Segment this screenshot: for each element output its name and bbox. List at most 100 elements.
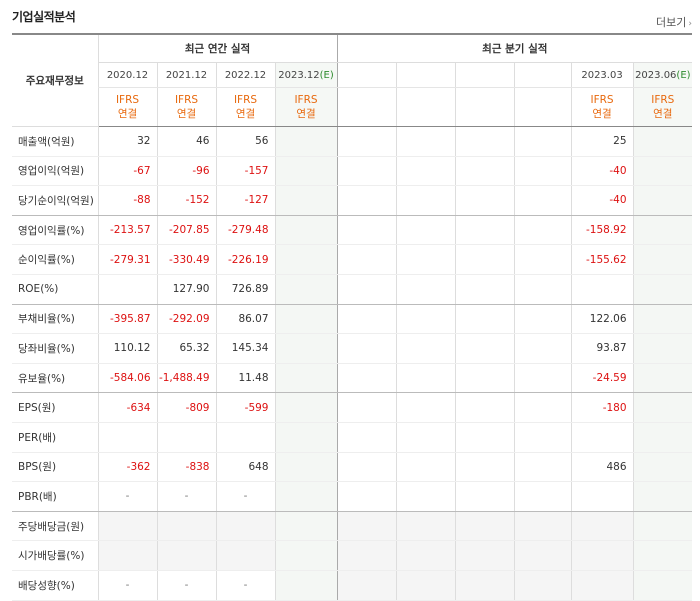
row-label: 배당성향(%): [12, 570, 98, 601]
quarter-blank-cell: [454, 422, 515, 453]
financial-summary-table: 주요재무정보 최근 연간 실적 최근 분기 실적 2020.12 2021.12 2…: [12, 33, 693, 601]
ifrs-label: IFRS 연결: [215, 87, 275, 127]
quarter-value: 122.06: [570, 304, 634, 335]
annual-value-2: -96: [156, 156, 216, 187]
quarter-blank-cell: [395, 540, 456, 571]
annual-estimate-value: [274, 481, 338, 512]
quarter-blank-cell: [336, 481, 397, 512]
annual-value-3: [215, 422, 275, 453]
annual-section-header: 최근 연간 실적: [97, 33, 338, 63]
quarter-blank-cell: [395, 363, 456, 394]
table-row: 주당배당금(원): [12, 511, 693, 542]
quarter-value: [570, 540, 634, 571]
annual-value-1: -: [97, 570, 157, 601]
quarter-blank-cell: [336, 156, 397, 187]
annual-estimate-value: [274, 540, 338, 571]
quarter-blank-cell: [513, 540, 572, 571]
annual-estimate-value: [274, 304, 338, 335]
quarter-value: 25: [570, 126, 634, 157]
annual-value-3: -279.48: [215, 215, 275, 246]
annual-value-3: 726.89: [215, 274, 275, 305]
more-link[interactable]: 더보기 ›: [656, 14, 692, 30]
quarter-value: 486: [570, 452, 634, 483]
quarter-blank-cell: [336, 333, 397, 364]
quarter-blank-cell: [336, 185, 397, 216]
table-row: 부채비율(%) -395.87 -292.09 86.07 122.06: [12, 304, 693, 335]
table-row: 당좌비율(%) 110.12 65.32 145.34 93.87: [12, 333, 693, 364]
annual-value-2: 127.90: [156, 274, 216, 305]
quarter-blank-cell: [395, 422, 456, 453]
table-row: 배당성향(%) - - -: [12, 570, 693, 601]
annual-value-1: [97, 540, 157, 571]
quarter-blank-cell: [454, 392, 515, 423]
quarter-estimate-value: [632, 274, 693, 305]
annual-value-1: -88: [97, 185, 157, 216]
quarter-blank-cell: [513, 215, 572, 246]
quarter-blank-cell: [395, 392, 456, 423]
annual-value-1: -362: [97, 452, 157, 483]
table-row: 영업이익(억원) -67 -96 -157 -40: [12, 156, 693, 187]
table-row: 시가배당률(%): [12, 540, 693, 571]
annual-value-2: 65.32: [156, 333, 216, 364]
quarter-estimate-value: [632, 333, 693, 364]
annual-value-1: -584.06: [97, 363, 157, 394]
annual-value-3: 11.48: [215, 363, 275, 394]
quarter-blank-cell: [513, 392, 572, 423]
quarter-blank-cell: [513, 304, 572, 335]
table-row: 순이익률(%) -279.31 -330.49 -226.19 -155.62: [12, 244, 693, 275]
quarter-blank-cell: [513, 126, 572, 157]
quarter-year-blank: [336, 62, 397, 88]
estimate-mark: (E): [676, 69, 691, 81]
quarter-estimate-value: [632, 156, 693, 187]
ifrs-blank: [513, 87, 572, 127]
row-header: 주요재무정보: [12, 33, 98, 127]
annual-value-3: -599: [215, 392, 275, 423]
quarter-year-blank: [395, 62, 456, 88]
ifrs-label: IFRS 연결: [97, 87, 157, 127]
quarter-year-blank: [454, 62, 515, 88]
quarter-blank-cell: [454, 452, 515, 483]
quarter-blank-cell: [454, 215, 515, 246]
quarter-value: -180: [570, 392, 634, 423]
quarter-blank-cell: [395, 156, 456, 187]
annual-estimate-value: [274, 333, 338, 364]
quarter-blank-cell: [395, 481, 456, 512]
table-row: PER(배): [12, 422, 693, 453]
annual-year-2: 2021.12: [156, 62, 216, 88]
annual-estimate-value: [274, 156, 338, 187]
annual-value-1: [97, 511, 157, 542]
quarter-blank-cell: [454, 156, 515, 187]
quarter-blank-cell: [454, 244, 515, 275]
ifrs-bottom: 연결: [117, 108, 138, 120]
quarter-estimate-value: [632, 304, 693, 335]
annual-value-2: -809: [156, 392, 216, 423]
quarter-blank-cell: [395, 333, 456, 364]
quarter-blank-cell: [513, 156, 572, 187]
annual-value-3: 86.07: [215, 304, 275, 335]
quarter-estimate-value: [632, 481, 693, 512]
quarter-value: -155.62: [570, 244, 634, 275]
annual-year-1: 2020.12: [97, 62, 157, 88]
ifrs-top: IFRS: [294, 94, 318, 106]
section-title: 기업실적분석: [12, 10, 76, 24]
quarter-blank-cell: [454, 185, 515, 216]
quarter-estimate-value: [632, 452, 693, 483]
quarter-blank-cell: [513, 274, 572, 305]
quarter-value: -158.92: [570, 215, 634, 246]
annual-value-3: [215, 511, 275, 542]
quarter-year-blank: [513, 62, 572, 88]
quarter-value: -24.59: [570, 363, 634, 394]
annual-value-3: 648: [215, 452, 275, 483]
annual-estimate-value: [274, 422, 338, 453]
quarter-value: [570, 274, 634, 305]
annual-estimate-value: [274, 185, 338, 216]
annual-value-1: -: [97, 481, 157, 512]
quarter-section-header: 최근 분기 실적: [336, 33, 693, 63]
row-label: 순이익률(%): [12, 244, 98, 275]
ifrs-top: IFRS: [174, 94, 199, 106]
quarter-blank-cell: [454, 570, 515, 601]
annual-estimate-value: [274, 511, 338, 542]
quarter-blank-cell: [454, 333, 515, 364]
quarter-estimate-value: [632, 215, 693, 246]
row-label: BPS(원): [12, 452, 98, 483]
